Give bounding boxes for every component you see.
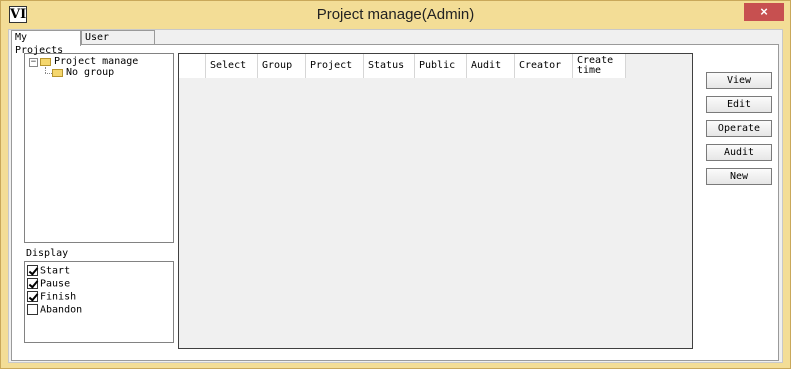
projects-grid[interactable]: Select Group Project Status Public Audit… bbox=[178, 53, 693, 349]
checkbox-checked-icon[interactable] bbox=[27, 265, 38, 276]
title-bar[interactable]: VI Project manage(Admin) × bbox=[1, 1, 790, 29]
tree-connector bbox=[45, 73, 52, 74]
column-header-create-time[interactable]: Create time bbox=[573, 54, 626, 78]
checkbox-abandon[interactable]: Abandon bbox=[27, 304, 82, 317]
folder-icon bbox=[40, 58, 51, 66]
grid-header: Select Group Project Status Public Audit… bbox=[179, 54, 626, 78]
checkbox-label: Pause bbox=[40, 278, 71, 290]
project-tree[interactable]: − Project manage No group bbox=[24, 53, 174, 243]
checkbox-finish[interactable]: Finish bbox=[27, 291, 76, 304]
display-label: Display bbox=[26, 248, 69, 259]
view-button[interactable]: View bbox=[706, 72, 772, 89]
new-button[interactable]: New bbox=[706, 168, 772, 185]
checkbox-pause[interactable]: Pause bbox=[27, 278, 70, 291]
folder-icon bbox=[52, 69, 63, 77]
checkbox-label: Finish bbox=[40, 291, 77, 303]
tree-node-no-group[interactable]: No group bbox=[66, 67, 114, 79]
column-header-public[interactable]: Public bbox=[415, 54, 467, 78]
checkbox-start[interactable]: Start bbox=[27, 265, 70, 278]
tab-my-projects[interactable]: My Projects bbox=[11, 30, 81, 56]
column-header-select[interactable]: Select bbox=[206, 54, 258, 78]
audit-button[interactable]: Audit bbox=[706, 144, 772, 161]
tab-user-projects[interactable]: User Projects bbox=[81, 30, 155, 56]
row-header-corner bbox=[179, 54, 206, 78]
checkbox-checked-icon[interactable] bbox=[27, 278, 38, 289]
checkbox-unchecked-icon[interactable] bbox=[27, 304, 38, 315]
checkbox-checked-icon[interactable] bbox=[27, 291, 38, 302]
close-button[interactable]: × bbox=[744, 3, 784, 21]
tree-collapse-icon[interactable]: − bbox=[29, 58, 38, 67]
column-header-group[interactable]: Group bbox=[258, 54, 306, 78]
display-filter-box: Start Pause Finish Abandon bbox=[24, 261, 174, 343]
client-area: My Projects User Projects − Project mana… bbox=[8, 29, 783, 363]
column-header-creator[interactable]: Creator bbox=[515, 54, 573, 78]
window-title: Project manage(Admin) bbox=[316, 6, 475, 23]
column-header-status[interactable]: Status bbox=[364, 54, 415, 78]
app-window: VI Project manage(Admin) × My Projects U… bbox=[0, 0, 791, 369]
checkbox-label: Abandon bbox=[40, 304, 83, 316]
tab-panel-my-projects: − Project manage No group Display Start … bbox=[11, 44, 779, 361]
checkbox-label: Start bbox=[40, 265, 71, 277]
edit-button[interactable]: Edit bbox=[706, 96, 772, 113]
column-header-project[interactable]: Project bbox=[306, 54, 364, 78]
operate-button[interactable]: Operate bbox=[706, 120, 772, 137]
column-header-audit[interactable]: Audit bbox=[467, 54, 515, 78]
